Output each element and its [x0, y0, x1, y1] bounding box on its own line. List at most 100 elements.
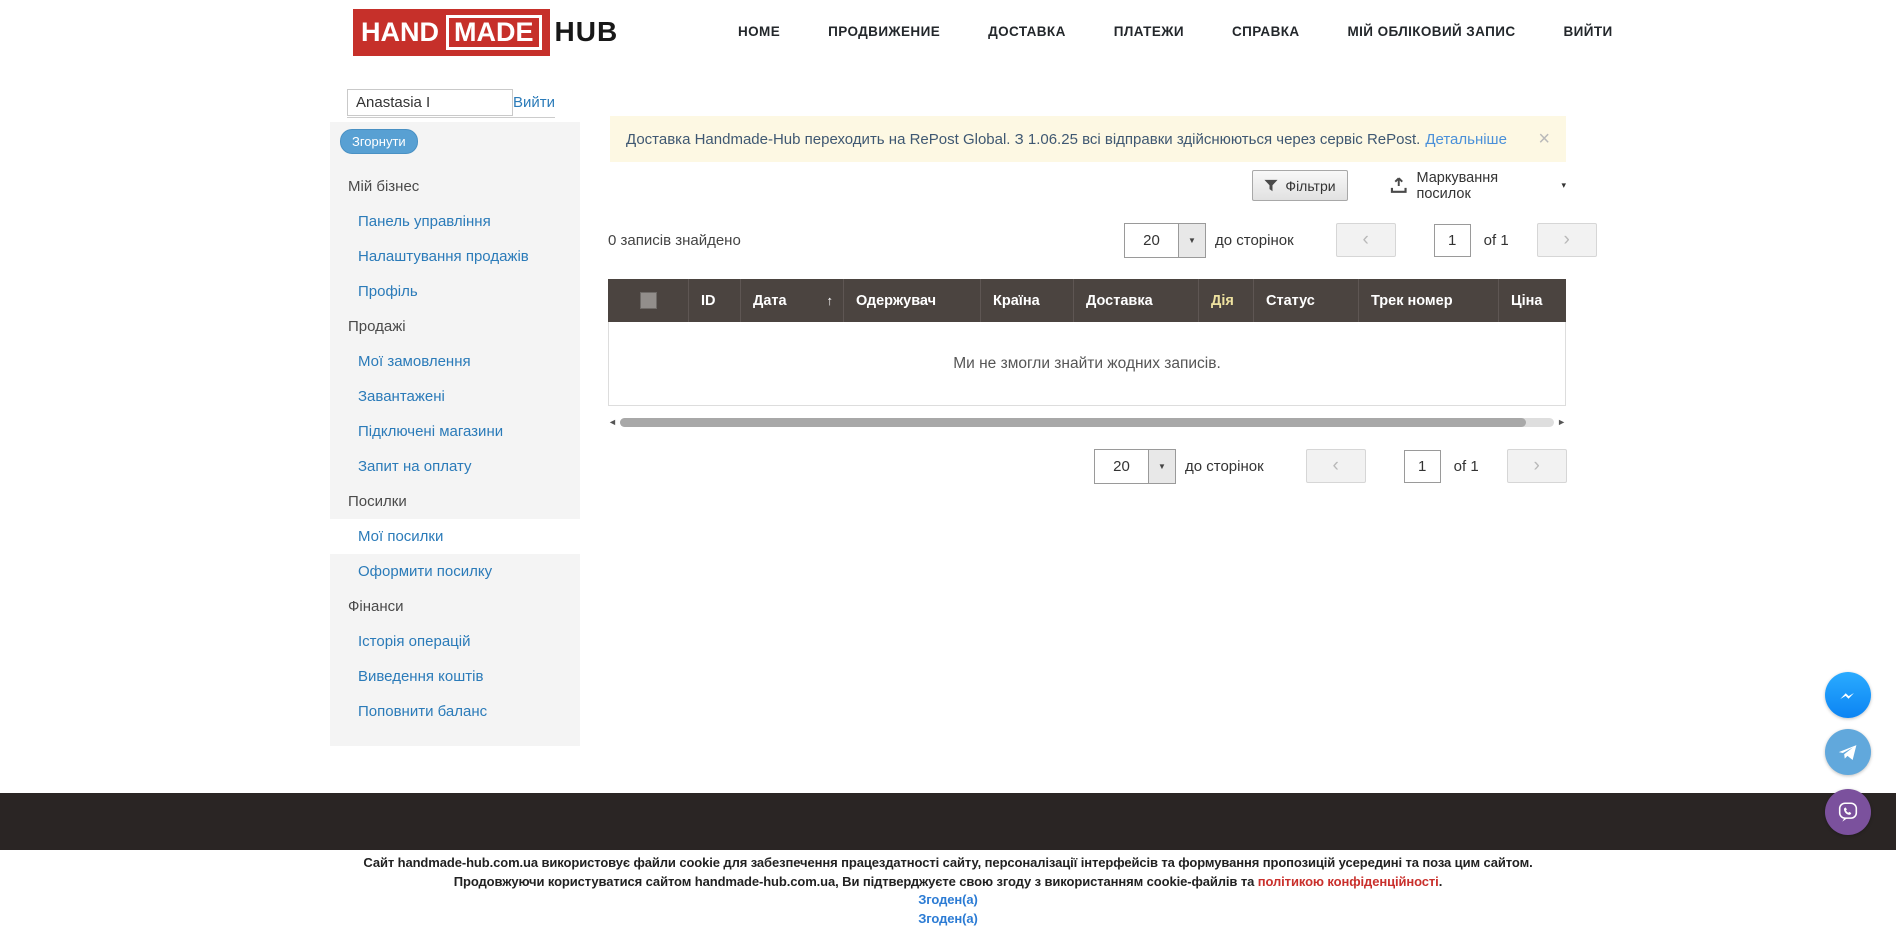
sidebar-item-my-parcels[interactable]: Мої посилки: [330, 519, 580, 554]
scrollbar-track[interactable]: [620, 418, 1554, 427]
pagination-top: 20 ▼ до сторінок ‹ of 1 ›: [1124, 222, 1597, 258]
column-header-recipient[interactable]: Одержувач: [843, 279, 980, 322]
chevron-right-icon: ›: [1534, 455, 1540, 477]
scrollbar-thumb[interactable]: [620, 418, 1526, 427]
page: HAND MADE HUB HOME ПРОДВИЖЕНИЕ ДОСТАВКА …: [0, 0, 1896, 937]
logo[interactable]: HAND MADE HUB: [353, 9, 618, 55]
privacy-policy-link[interactable]: політикою конфіденційності: [1258, 874, 1439, 889]
agree-link-2[interactable]: Згоден(а): [918, 911, 977, 926]
nav-item-payments[interactable]: ПЛАТЕЖИ: [1114, 24, 1184, 39]
table-empty-state: Ми не змогли знайти жодних записів.: [608, 322, 1566, 406]
column-header-country[interactable]: Країна: [980, 279, 1073, 322]
funnel-icon: [1264, 179, 1278, 192]
sidebar-section-my-business: Мій бізнес: [330, 169, 580, 204]
logo-hub-text: HUB: [555, 16, 619, 48]
toolbar: Фільтри Маркування посилок ▾: [610, 170, 1566, 202]
messenger-button[interactable]: [1825, 672, 1871, 718]
table-horizontal-scrollbar: ◄ ►: [608, 414, 1566, 430]
logo-made-text: MADE: [446, 15, 542, 50]
page-size-select[interactable]: 20 ▼: [1094, 449, 1176, 484]
page-number-input[interactable]: [1404, 450, 1441, 483]
filters-button[interactable]: Фільтри: [1252, 170, 1348, 201]
nav-item-delivery[interactable]: ДОСТАВКА: [988, 24, 1066, 39]
filters-button-label: Фільтри: [1285, 178, 1335, 194]
per-page-label: до сторінок: [1185, 458, 1264, 475]
top-header: HAND MADE HUB HOME ПРОДВИЖЕНИЕ ДОСТАВКА …: [0, 0, 1896, 63]
viber-button[interactable]: [1825, 789, 1871, 835]
sidebar-logout-link[interactable]: Вийти: [513, 94, 555, 111]
chevron-left-icon: ‹: [1333, 455, 1339, 477]
page-of-label: of 1: [1454, 458, 1479, 475]
nav-item-logout[interactable]: ВИЙТИ: [1564, 24, 1613, 39]
user-row: Вийти: [347, 88, 555, 118]
username-field[interactable]: [347, 89, 513, 116]
parcel-marking-button[interactable]: Маркування посилок ▾: [1390, 170, 1566, 201]
empty-message: Ми не змогли знайти жодних записів.: [953, 355, 1221, 373]
logo-hand-text: HAND: [361, 19, 439, 46]
column-header-date[interactable]: Дата↑: [740, 279, 843, 322]
messenger-icon: [1834, 681, 1862, 709]
sidebar-item-uploaded[interactable]: Завантажені: [330, 379, 580, 414]
prev-page-button[interactable]: ‹: [1336, 223, 1396, 257]
agree-link[interactable]: Згоден(а): [918, 892, 977, 907]
viber-icon: [1834, 798, 1862, 826]
prev-page-button[interactable]: ‹: [1306, 449, 1366, 483]
sidebar-item-sales-settings[interactable]: Налаштування продажів: [330, 239, 580, 274]
close-icon[interactable]: ×: [1538, 129, 1550, 149]
caret-down-icon[interactable]: ▼: [1178, 224, 1205, 257]
table-header-row: ID Дата↑ Одержувач Країна Доставка Дія С…: [608, 279, 1566, 322]
notice-banner-text: Доставка Handmade-Hub переходить на RePo…: [626, 131, 1420, 148]
chevron-right-icon: ›: [1564, 229, 1570, 251]
column-header-status[interactable]: Статус: [1253, 279, 1358, 322]
parcels-table: ID Дата↑ Одержувач Країна Доставка Дія С…: [608, 279, 1566, 406]
nav-item-promotion[interactable]: ПРОДВИЖЕНИЕ: [828, 24, 940, 39]
records-count: 0 записів знайдено: [608, 232, 741, 249]
sidebar-section-sales: Продажі: [330, 309, 580, 344]
footer-bar: [0, 793, 1896, 850]
main-nav: HOME ПРОДВИЖЕНИЕ ДОСТАВКА ПЛАТЕЖИ СПРАВК…: [738, 0, 1613, 63]
pagination-bottom: 20 ▼ до сторінок ‹ of 1 ›: [1094, 448, 1567, 484]
nav-item-account[interactable]: МІЙ ОБЛІКОВИЙ ЗАПИС: [1348, 24, 1516, 39]
telegram-button[interactable]: [1825, 729, 1871, 775]
scroll-right-icon[interactable]: ►: [1557, 418, 1566, 427]
sidebar-item-withdraw-funds[interactable]: Виведення коштів: [330, 659, 580, 694]
logo-red-box: HAND MADE: [353, 9, 550, 56]
column-header-price[interactable]: Ціна: [1498, 279, 1566, 322]
next-page-button[interactable]: ›: [1507, 449, 1567, 483]
notice-details-link[interactable]: Детальніше: [1425, 131, 1507, 148]
nav-item-home[interactable]: HOME: [738, 24, 780, 39]
notice-banner: Доставка Handmade-Hub переходить на RePo…: [610, 116, 1566, 162]
column-header-id[interactable]: ID: [688, 279, 740, 322]
page-of-label: of 1: [1484, 232, 1509, 249]
page-size-select[interactable]: 20 ▼: [1124, 223, 1206, 258]
sidebar-item-dashboard[interactable]: Панель управління: [330, 204, 580, 239]
page-size-value: 20: [1095, 450, 1148, 483]
chevron-left-icon: ‹: [1363, 229, 1369, 251]
sort-asc-icon[interactable]: ↑: [827, 293, 834, 308]
cookie-notice: Сайт handmade-hub.com.ua використовує фа…: [0, 854, 1896, 928]
caret-down-icon[interactable]: ▼: [1148, 450, 1175, 483]
cookie-notice-line1: Сайт handmade-hub.com.ua використовує фа…: [0, 854, 1896, 873]
column-header-action[interactable]: Дія: [1198, 279, 1253, 322]
column-header-delivery[interactable]: Доставка: [1073, 279, 1198, 322]
telegram-icon: [1834, 738, 1862, 766]
sidebar-item-payment-request[interactable]: Запит на оплату: [330, 449, 580, 484]
sidebar-item-transaction-history[interactable]: Історія операцій: [330, 624, 580, 659]
caret-down-icon: ▾: [1561, 180, 1566, 191]
page-number-input[interactable]: [1434, 224, 1471, 257]
sidebar: Згорнути Мій бізнес Панель управління На…: [330, 122, 580, 746]
sidebar-item-top-up-balance[interactable]: Поповнити баланс: [330, 694, 580, 729]
sidebar-section-finance: Фінанси: [330, 589, 580, 624]
column-header-track-number[interactable]: Трек номер: [1358, 279, 1498, 322]
nav-item-help[interactable]: СПРАВКА: [1232, 24, 1300, 39]
collapse-sidebar-button[interactable]: Згорнути: [340, 129, 418, 154]
sidebar-item-connected-stores[interactable]: Підключені магазини: [330, 414, 580, 449]
sidebar-item-create-parcel[interactable]: Оформити посилку: [330, 554, 580, 589]
select-all-checkbox[interactable]: [640, 292, 657, 309]
page-size-value: 20: [1125, 224, 1178, 257]
sidebar-item-profile[interactable]: Профіль: [330, 274, 580, 309]
scroll-left-icon[interactable]: ◄: [608, 418, 617, 427]
sidebar-item-my-orders[interactable]: Мої замовлення: [330, 344, 580, 379]
cookie-notice-line2: Продовжуючи користуватися сайтом handmad…: [0, 873, 1896, 892]
next-page-button[interactable]: ›: [1537, 223, 1597, 257]
